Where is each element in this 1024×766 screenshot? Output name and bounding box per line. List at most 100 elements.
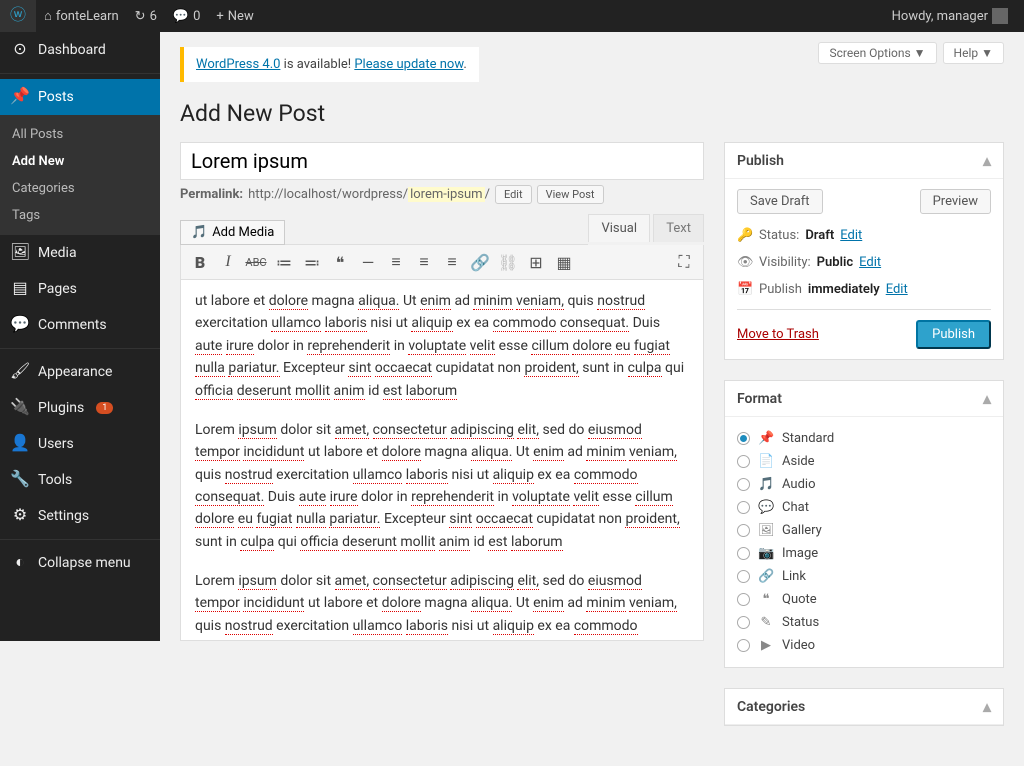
- editor-body[interactable]: ut labore et dolore magna aliqua. Ut eni…: [181, 280, 703, 640]
- radio-icon: [737, 455, 750, 468]
- save-draft-button[interactable]: Save Draft: [737, 189, 823, 214]
- align-left-button[interactable]: ≡: [383, 249, 409, 275]
- format-image[interactable]: 📷Image: [737, 542, 991, 565]
- submenu-posts: All Posts Add New Categories Tags: [0, 115, 160, 235]
- menu-settings[interactable]: ⚙Settings: [0, 498, 160, 534]
- site-home[interactable]: ⌂fonteLearn: [36, 0, 127, 32]
- add-media-button[interactable]: 🎵Add Media: [180, 220, 285, 245]
- format-status[interactable]: ✎Status: [737, 611, 991, 634]
- dashboard-icon: ⊙: [10, 40, 30, 60]
- radio-icon: [737, 570, 750, 583]
- editor-toolbar: B I ABC ≔ ≕ ❝ — ≡ ≡ ≡ 🔗 ⛓ ⊞ ▦ ⛶: [181, 245, 703, 280]
- home-icon: ⌂: [44, 8, 52, 24]
- ul-button[interactable]: ≔: [271, 249, 297, 275]
- edit-status-link[interactable]: Edit: [840, 228, 862, 243]
- radio-icon: [737, 616, 750, 629]
- strike-button[interactable]: ABC: [243, 249, 269, 275]
- quote-button[interactable]: ❝: [327, 249, 353, 275]
- plugin-count-badge: 1: [96, 402, 113, 414]
- appearance-icon: 🖌: [10, 362, 30, 382]
- wp-logo[interactable]: ⓦ: [0, 0, 36, 32]
- view-post-button[interactable]: View Post: [537, 185, 604, 204]
- update-now-link[interactable]: Please update now: [354, 57, 463, 72]
- standard-icon: 📌: [758, 431, 774, 446]
- permalink-slug: lorem-ipsum: [408, 187, 484, 202]
- chat-icon: 💬: [758, 500, 774, 515]
- chevron-up-icon[interactable]: ▴: [983, 151, 991, 170]
- edit-visibility-link[interactable]: Edit: [859, 255, 881, 270]
- tab-visual[interactable]: Visual: [588, 214, 650, 242]
- avatar: [992, 8, 1008, 24]
- comments-link[interactable]: 💬0: [165, 0, 209, 32]
- tab-text[interactable]: Text: [653, 214, 704, 242]
- status-icon: ✎: [758, 615, 774, 630]
- screen-options-button[interactable]: Screen Options ▼: [818, 42, 936, 64]
- radio-icon: [737, 432, 750, 445]
- eye-icon: 👁: [737, 255, 753, 270]
- comments-icon: 💬: [10, 315, 30, 335]
- page-title: Add New Post: [180, 100, 1004, 127]
- more-button[interactable]: ⊞: [523, 249, 549, 275]
- post-title-input[interactable]: [180, 142, 704, 180]
- format-list: 📌Standard📄Aside🎵Audio💬Chat🖼Gallery📷Image…: [737, 427, 991, 657]
- unlink-button[interactable]: ⛓: [495, 249, 521, 275]
- menu-comments[interactable]: 💬Comments: [0, 307, 160, 343]
- link-button[interactable]: 🔗: [467, 249, 493, 275]
- chevron-up-icon[interactable]: ▴: [983, 389, 991, 408]
- move-to-trash-link[interactable]: Move to Trash: [737, 327, 819, 342]
- menu-posts[interactable]: 📌Posts: [0, 79, 160, 115]
- submenu-all-posts[interactable]: All Posts: [0, 121, 160, 148]
- quote-icon: ❝: [758, 592, 774, 607]
- link-icon: 🔗: [758, 569, 774, 584]
- users-icon: 👤: [10, 434, 30, 454]
- audio-icon: 🎵: [758, 477, 774, 492]
- edit-slug-button[interactable]: Edit: [495, 185, 532, 204]
- new-content[interactable]: +New: [208, 0, 261, 32]
- align-right-button[interactable]: ≡: [439, 249, 465, 275]
- format-aside[interactable]: 📄Aside: [737, 450, 991, 473]
- edit-schedule-link[interactable]: Edit: [886, 282, 908, 297]
- help-button[interactable]: Help ▼: [943, 42, 1004, 64]
- menu-media[interactable]: 🖼Media: [0, 235, 160, 271]
- italic-button[interactable]: I: [215, 249, 241, 275]
- radio-icon: [737, 501, 750, 514]
- radio-icon: [737, 547, 750, 560]
- preview-button[interactable]: Preview: [920, 189, 991, 214]
- update-nag: WordPress 4.0 is available! Please updat…: [180, 47, 479, 82]
- toolbar-toggle-button[interactable]: ▦: [551, 249, 577, 275]
- hr-button[interactable]: —: [355, 249, 381, 275]
- submenu-add-new[interactable]: Add New: [0, 148, 160, 175]
- fullscreen-button[interactable]: ⛶: [671, 249, 697, 275]
- menu-users[interactable]: 👤Users: [0, 426, 160, 462]
- menu-plugins[interactable]: 🔌Plugins1: [0, 390, 160, 426]
- menu-dashboard[interactable]: ⊙Dashboard: [0, 32, 160, 68]
- menu-pages[interactable]: ▤Pages: [0, 271, 160, 307]
- format-gallery[interactable]: 🖼Gallery: [737, 519, 991, 542]
- posts-icon: 📌: [10, 87, 30, 107]
- format-quote[interactable]: ❝Quote: [737, 588, 991, 611]
- publish-button[interactable]: Publish: [916, 320, 991, 349]
- format-audio[interactable]: 🎵Audio: [737, 473, 991, 496]
- format-standard[interactable]: 📌Standard: [737, 427, 991, 450]
- updates-link[interactable]: ↻6: [127, 0, 165, 32]
- collapse-menu[interactable]: ◐Collapse menu: [0, 545, 160, 581]
- plus-icon: +: [216, 9, 223, 24]
- format-video[interactable]: ▶Video: [737, 634, 991, 657]
- format-link[interactable]: 🔗Link: [737, 565, 991, 588]
- bold-button[interactable]: B: [187, 249, 213, 275]
- submenu-categories[interactable]: Categories: [0, 175, 160, 202]
- ol-button[interactable]: ≕: [299, 249, 325, 275]
- settings-icon: ⚙: [10, 506, 30, 526]
- chevron-up-icon[interactable]: ▴: [983, 697, 991, 716]
- my-account[interactable]: Howdy, manager: [884, 0, 1016, 32]
- admin-bar: ⓦ ⌂fonteLearn ↻6 💬0 +New Howdy, manager: [0, 0, 1024, 32]
- menu-appearance[interactable]: 🖌Appearance: [0, 354, 160, 390]
- submenu-tags[interactable]: Tags: [0, 202, 160, 229]
- align-center-button[interactable]: ≡: [411, 249, 437, 275]
- media-icon: 🖼: [10, 243, 30, 263]
- format-chat[interactable]: 💬Chat: [737, 496, 991, 519]
- menu-tools[interactable]: 🔧Tools: [0, 462, 160, 498]
- wordpress-icon: ⓦ: [8, 6, 28, 26]
- update-version-link[interactable]: WordPress 4.0: [196, 57, 280, 72]
- pages-icon: ▤: [10, 279, 30, 299]
